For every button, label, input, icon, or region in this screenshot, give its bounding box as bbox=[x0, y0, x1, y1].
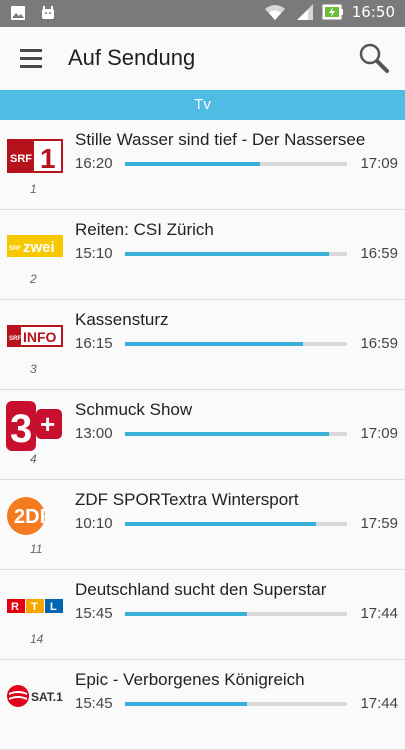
search-icon bbox=[359, 43, 389, 73]
progress-fill bbox=[125, 432, 330, 436]
program-row[interactable]: RTL 14 Deutschland sucht den Superstar 1… bbox=[0, 570, 405, 660]
end-time: 16:59 bbox=[360, 335, 398, 352]
progress-bar bbox=[125, 702, 347, 706]
channel-number: 4 bbox=[30, 452, 37, 466]
menu-button[interactable] bbox=[14, 43, 48, 73]
svg-text:T: T bbox=[31, 601, 38, 613]
svg-text:SAT.1: SAT.1 bbox=[31, 690, 63, 704]
svg-text:SRF: SRF bbox=[9, 246, 21, 252]
progress-fill bbox=[125, 612, 248, 616]
start-time: 15:10 bbox=[75, 245, 113, 262]
svg-text:2DF: 2DF bbox=[14, 506, 52, 528]
start-time: 13:00 bbox=[75, 425, 113, 442]
program-row[interactable]: SRF 1 1 Stille Wasser sind tief - Der Nas… bbox=[0, 120, 405, 210]
progress-bar bbox=[125, 612, 347, 616]
program-row[interactable]: 3 + 4 Schmuck Show 13:00 17:09 bbox=[0, 390, 405, 480]
progress-bar bbox=[125, 342, 347, 346]
program-title: Deutschland sucht den Superstar bbox=[75, 580, 327, 599]
progress-bar bbox=[125, 252, 347, 256]
channel-number: 11 bbox=[30, 542, 43, 556]
program-title: Kassensturz bbox=[75, 310, 169, 329]
channel-number: 2 bbox=[30, 272, 37, 286]
app-bar: Auf Sendung bbox=[0, 27, 405, 90]
progress-fill bbox=[125, 162, 261, 166]
svg-text:zwei: zwei bbox=[23, 239, 55, 256]
progress-bar bbox=[125, 522, 347, 526]
progress-fill bbox=[125, 252, 330, 256]
progress-fill bbox=[125, 702, 248, 706]
sat1-logo: SAT.1 bbox=[6, 676, 64, 716]
page-title: Auf Sendung bbox=[68, 45, 196, 70]
svg-text:R: R bbox=[11, 601, 19, 613]
menu-icon bbox=[20, 48, 42, 52]
zdf-logo: 2DF bbox=[6, 496, 64, 536]
program-title: Reiten: CSI Zürich bbox=[75, 220, 214, 239]
rtl-logo: RTL bbox=[6, 586, 64, 626]
srfzwei-logo: SRF zwei bbox=[6, 226, 64, 266]
channel-number: 1 bbox=[30, 182, 37, 196]
svg-text:INFO: INFO bbox=[23, 329, 57, 345]
svg-text:3: 3 bbox=[10, 407, 32, 451]
srfinfo-logo: SRF INFO bbox=[6, 316, 64, 356]
program-title: ZDF SPORTextra Wintersport bbox=[75, 490, 299, 509]
status-time: 16:50 bbox=[351, 3, 395, 21]
program-list: SRF 1 1 Stille Wasser sind tief - Der Nas… bbox=[0, 120, 405, 750]
android-icon bbox=[42, 6, 54, 19]
program-row[interactable]: 2DF 11 ZDF SPORTextra Wintersport 10:10 … bbox=[0, 480, 405, 570]
svg-text:SRF: SRF bbox=[9, 336, 21, 342]
program-row[interactable]: SRF zwei 2 Reiten: CSI Zürich 15:10 16:59 bbox=[0, 210, 405, 300]
end-time: 17:59 bbox=[360, 515, 398, 532]
svg-text:1: 1 bbox=[40, 143, 56, 173]
tab-tv[interactable]: Tv bbox=[0, 90, 405, 120]
program-title: Epic - Verborgenes Königreich bbox=[75, 670, 305, 689]
signal-icon bbox=[296, 4, 313, 20]
svg-text:L: L bbox=[50, 601, 57, 613]
program-title: Schmuck Show bbox=[75, 400, 193, 419]
svg-text:+: + bbox=[40, 409, 55, 439]
progress-fill bbox=[125, 342, 303, 346]
battery-charging-icon bbox=[322, 4, 343, 20]
progress-bar bbox=[125, 162, 347, 166]
progress-fill bbox=[125, 522, 316, 526]
program-title: Stille Wasser sind tief - Der Nassersee bbox=[75, 130, 366, 149]
start-time: 16:20 bbox=[75, 155, 113, 172]
start-time: 16:15 bbox=[75, 335, 113, 352]
program-row[interactable]: SAT.1 Epic - Verborgenes Königreich 15:4… bbox=[0, 660, 405, 750]
start-time: 10:10 bbox=[75, 515, 113, 532]
srf1-logo: SRF 1 bbox=[6, 136, 64, 176]
end-time: 17:44 bbox=[360, 695, 398, 712]
start-time: 15:45 bbox=[75, 605, 113, 622]
3plus-logo: 3 + bbox=[6, 401, 64, 451]
channel-number: 3 bbox=[30, 362, 37, 376]
end-time: 16:59 bbox=[360, 245, 398, 262]
end-time: 17:09 bbox=[360, 155, 398, 172]
search-button[interactable] bbox=[357, 41, 391, 75]
end-time: 17:09 bbox=[360, 425, 398, 442]
program-row[interactable]: SRF INFO 3 Kassensturz 16:15 16:59 bbox=[0, 300, 405, 390]
status-bar: 16:50 bbox=[0, 0, 405, 27]
gallery-icon bbox=[11, 6, 25, 20]
svg-text:SRF: SRF bbox=[10, 153, 32, 165]
progress-bar bbox=[125, 432, 347, 436]
start-time: 15:45 bbox=[75, 695, 113, 712]
channel-number: 14 bbox=[30, 632, 44, 646]
wifi-icon bbox=[264, 5, 285, 20]
end-time: 17:44 bbox=[360, 605, 398, 622]
